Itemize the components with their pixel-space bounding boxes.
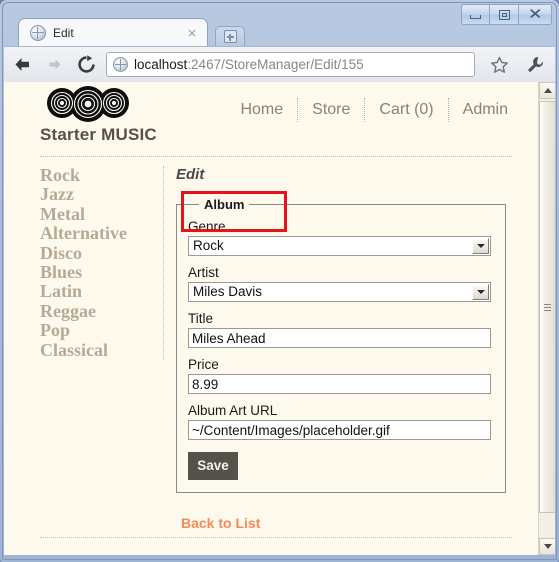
globe-icon <box>113 57 128 72</box>
album-fieldset: Album Genre Rock Artist Miles Davis Titl… <box>176 191 506 493</box>
artist-selected-value: Miles Davis <box>193 284 263 299</box>
window-controls: ✕ <box>461 4 552 26</box>
chevron-down-icon[interactable] <box>472 238 489 254</box>
nav-item-store[interactable]: Store <box>298 98 366 122</box>
new-tab-button[interactable] <box>215 26 245 46</box>
sidebar-item-classical[interactable]: Classical <box>40 340 153 360</box>
scroll-down-arrow-icon <box>543 544 552 549</box>
genre-label: Genre <box>188 219 226 234</box>
browser-menu-button[interactable] <box>521 51 549 79</box>
browser-window: ✕ Edit × localhost:2467/StoreManager/Edi… <box>0 0 559 562</box>
forward-button[interactable] <box>40 51 68 79</box>
back-button[interactable] <box>8 51 36 79</box>
scroll-up-button[interactable] <box>539 82 555 99</box>
back-to-list-link[interactable]: Back to List <box>181 515 506 531</box>
tab-edit[interactable]: Edit × <box>18 18 208 46</box>
sidebar-item-rock[interactable]: Rock <box>40 165 153 185</box>
url-text: localhost:2467/StoreManager/Edit/155 <box>134 57 364 72</box>
price-input[interactable] <box>188 374 491 394</box>
scroll-up-arrow-icon <box>543 88 552 93</box>
back-arrow-icon <box>13 56 32 73</box>
genre-select[interactable]: Rock <box>188 236 491 256</box>
url-host: localhost <box>134 57 188 72</box>
nav-item-admin[interactable]: Admin <box>449 98 510 122</box>
page-viewport: Starter MUSIC Home Store Cart (0) Admin … <box>4 82 555 555</box>
title-label: Title <box>188 311 214 326</box>
album-art-url-label: Album Art URL <box>188 403 278 418</box>
header-divider <box>40 156 512 157</box>
price-field: Price <box>188 357 494 394</box>
main-content: Edit Album Genre Rock Artist Miles Davis… <box>176 166 506 531</box>
title-input[interactable] <box>188 328 491 348</box>
sidebar-item-latin[interactable]: Latin <box>40 282 153 302</box>
site-header: Starter MUSIC Home Store Cart (0) Admin <box>40 86 510 152</box>
genre-selected-value: Rock <box>193 238 224 253</box>
forward-arrow-icon <box>45 56 64 73</box>
url-path: :2467/StoreManager/Edit/155 <box>187 57 364 72</box>
album-legend: Album <box>204 197 245 212</box>
web-page: Starter MUSIC Home Store Cart (0) Admin … <box>4 82 538 555</box>
close-tab-icon[interactable]: × <box>187 26 197 40</box>
nav-item-home[interactable]: Home <box>240 98 299 122</box>
close-window-button[interactable]: ✕ <box>519 4 552 25</box>
sidebar-item-disco[interactable]: Disco <box>40 243 153 263</box>
album-art-url-input[interactable] <box>188 420 491 440</box>
chevron-down-icon[interactable] <box>472 284 489 300</box>
sidebar-item-pop[interactable]: Pop <box>40 320 153 340</box>
genre-sidebar: Rock Jazz Metal Alternative Disco Blues … <box>40 165 164 360</box>
browser-toolbar: localhost:2467/StoreManager/Edit/155 <box>4 46 555 82</box>
close-icon: ✕ <box>527 5 543 23</box>
page-title: Edit <box>176 166 205 183</box>
save-button[interactable]: Save <box>188 452 238 480</box>
scroll-down-button[interactable] <box>539 538 555 555</box>
reload-button[interactable] <box>72 51 100 79</box>
minimize-icon <box>470 15 481 19</box>
scrollbar-grip-icon <box>544 302 551 313</box>
artist-label: Artist <box>188 265 219 280</box>
album-art-url-field: Album Art URL <box>188 403 494 440</box>
vinyl-records-icon[interactable] <box>40 86 136 122</box>
globe-icon <box>30 24 46 41</box>
artist-select[interactable]: Miles Davis <box>188 282 491 302</box>
site-title[interactable]: Starter MUSIC <box>40 125 157 145</box>
page-scrollbar[interactable] <box>538 82 555 555</box>
price-label: Price <box>188 357 219 372</box>
bookmark-button[interactable] <box>485 51 513 79</box>
top-navigation: Home Store Cart (0) Admin <box>240 98 510 122</box>
artist-field: Artist Miles Davis <box>188 265 494 302</box>
sidebar-item-reggae[interactable]: Reggae <box>40 301 153 321</box>
maximize-button[interactable] <box>490 4 519 25</box>
sidebar-item-metal[interactable]: Metal <box>40 204 153 224</box>
sidebar-item-alternative[interactable]: Alternative <box>40 223 153 243</box>
title-field: Title <box>188 311 494 348</box>
sidebar-item-blues[interactable]: Blues <box>40 262 153 282</box>
maximize-icon <box>498 9 510 20</box>
address-bar[interactable]: localhost:2467/StoreManager/Edit/155 <box>106 52 475 77</box>
scrollbar-thumb[interactable] <box>539 101 555 513</box>
plus-icon <box>223 30 237 43</box>
tab-strip: Edit × <box>4 14 444 46</box>
nav-item-cart[interactable]: Cart (0) <box>365 98 449 122</box>
footer-divider <box>40 537 512 538</box>
reload-icon <box>77 55 96 74</box>
sidebar-item-jazz[interactable]: Jazz <box>40 184 153 204</box>
minimize-button[interactable] <box>461 4 490 25</box>
tab-title: Edit <box>53 25 74 40</box>
wrench-icon <box>526 56 544 74</box>
star-icon <box>490 56 509 74</box>
genre-field: Genre Rock <box>181 191 494 256</box>
